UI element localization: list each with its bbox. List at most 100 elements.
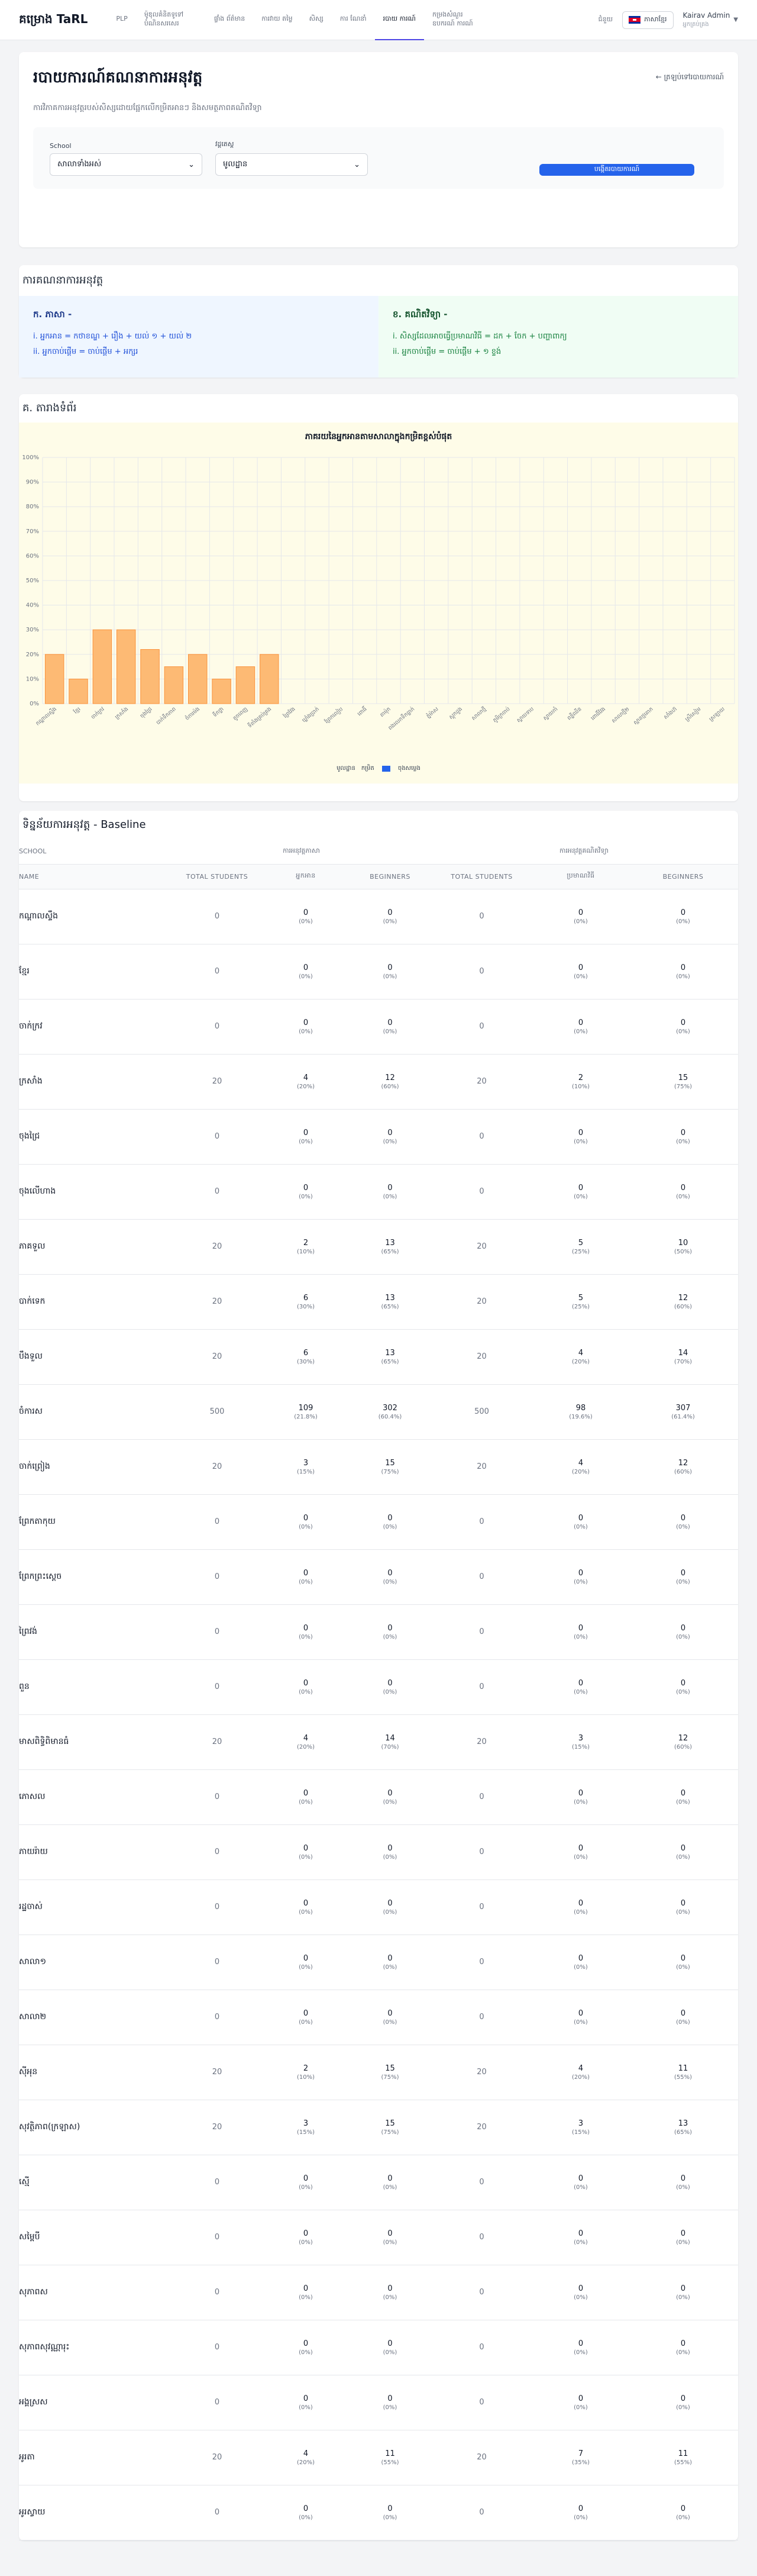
math-capable-count: 0 <box>578 1128 584 1137</box>
math-beginners-percent: (0%) <box>676 2349 690 2356</box>
chart-bar <box>116 629 136 704</box>
nav-link[interactable]: ផ្ទាំង ព័ត៌មាន <box>206 0 253 40</box>
math-capable-count: 0 <box>578 1953 584 1963</box>
math-capable-count: 0 <box>578 2174 584 2183</box>
beginners-count: 0 <box>387 1623 393 1633</box>
chart-bar <box>260 654 279 704</box>
math-beginners-count: 0 <box>680 963 686 972</box>
readers-percent: (0%) <box>299 2239 313 2246</box>
y-tick-label: 80% <box>26 504 39 510</box>
total-students: 0 <box>479 1022 484 1031</box>
back-to-reports-link[interactable]: ← ត្រឡប់ទៅរបាយការណ៍ <box>656 72 724 83</box>
cycle-select[interactable]: មូលដ្ឋាន ⌄ <box>215 153 368 176</box>
table-row: បឹងទួល 20 6 (30%) 13 (65%) 20 4 (20%) 14 (70%) <box>19 1329 738 1385</box>
x-tick-label: ពោធិ៍វែង <box>589 705 607 721</box>
nav-link-label: កម្រងសំណួរ ឧបករណ៍ ការណ៍ <box>432 10 473 27</box>
chart-card: គ. តារាងទំព័រ ភាគរយនៃអ្នកអានតាមសាលាក្នុង… <box>19 394 738 801</box>
math-beginners-percent: (75%) <box>674 1083 693 1090</box>
school-select[interactable]: សាលាទាំងអស់ ⌄ <box>50 153 202 176</box>
nav-link[interactable]: សិស្ស <box>301 0 332 40</box>
nav-link[interactable]: របាយ ការណ៍ <box>374 0 424 40</box>
beginners-count: 0 <box>387 1898 393 1908</box>
col-math-capable: ប្រមាណវិធី <box>533 864 628 889</box>
math-capable-count: 98 <box>575 1403 586 1413</box>
table-row: កណ្តាលស្ទឹង 0 0 (0%) 0 (0%) 0 0 (0%) 0 (0%) <box>19 889 738 944</box>
chart-bar <box>235 666 255 704</box>
x-tick-label: សាលាថ្មី <box>470 705 488 722</box>
readers-percent: (0%) <box>299 1028 313 1035</box>
math-beginners-count: 0 <box>680 2504 686 2513</box>
table-row: ព្រែកព្រះស្តេច 0 0 (0%) 0 (0%) 0 0 (0%) 0 (0%) <box>19 1549 738 1605</box>
total-students: 0 <box>214 1187 220 1196</box>
readers-percent: (0%) <box>299 1523 313 1530</box>
school-name: ភាយរ៉ាយ <box>19 1824 173 1880</box>
x-tick-label: ចាក់ក្រវ <box>90 705 106 721</box>
math-beginners-percent: (70%) <box>674 1358 693 1365</box>
math-beginners-count: 0 <box>680 2229 686 2238</box>
readers-count: 0 <box>303 908 309 917</box>
readers-percent: (0%) <box>299 1688 313 1695</box>
beginners-count: 0 <box>387 1018 393 1027</box>
math-beginners-percent: (0%) <box>676 2404 690 2411</box>
nav-link[interactable]: ការ ណែនាំ <box>332 0 375 40</box>
math-beginners-count: 0 <box>680 2174 686 2183</box>
math-beginners-count: 0 <box>680 2339 686 2348</box>
x-tick-label: តាម៉ុក <box>378 705 392 718</box>
table-row: ព្រែកតាកុយ 0 0 (0%) 0 (0%) 0 0 (0%) 0 (0%) <box>19 1494 738 1550</box>
x-tick-label: ស្តុកដួង <box>448 707 464 721</box>
total-students: 20 <box>212 2123 222 2132</box>
total-students: 0 <box>479 1958 484 1966</box>
cycle-filter-label: វដ្តតេស្ត <box>215 140 234 148</box>
math-beginners-count: 11 <box>678 2449 688 2458</box>
table-row: សុីអុន 20 2 (10%) 15 (75%) 20 4 (20%) 11 (55%) <box>19 2045 738 2100</box>
math-beginners-percent: (55%) <box>674 2074 693 2081</box>
page-subtitle: ការវិភាគការអនុវត្តរបស់សិស្សដោយផ្អែកលើកម្… <box>33 104 262 112</box>
math-beginners-count: 0 <box>680 2008 686 2018</box>
math-capable-count: 3 <box>578 1733 584 1743</box>
language-switcher[interactable]: ភាសាខ្មែរ <box>622 11 674 29</box>
x-tick-label: ចុងជ្រៃ <box>138 705 153 720</box>
table-row: ស្មើ 0 0 (0%) 0 (0%) 0 0 (0%) 0 (0%) <box>19 2155 738 2210</box>
generate-report-button[interactable]: បង្កើតរបាយការណ៍ <box>539 164 694 176</box>
readers-count: 0 <box>303 1568 309 1578</box>
math-capable-percent: (0%) <box>574 918 588 925</box>
math-capable-percent: (20%) <box>571 1468 590 1475</box>
brand-logo[interactable]: គម្រោង TaRL <box>19 11 88 29</box>
math-beginners-count: 12 <box>678 1458 688 1468</box>
beginners-count: 0 <box>387 1843 393 1853</box>
math-capable-percent: (0%) <box>574 2239 588 2246</box>
cycle-select-value: មូលដ្ឋាន <box>223 159 248 169</box>
y-tick-label: 10% <box>26 676 39 682</box>
x-tick-label: សាលាថ្មី២ <box>610 705 631 724</box>
total-students: 0 <box>479 1903 484 1911</box>
bar-chart: 0% 10% 20% 30% 40% 50% 60% 70% 80% 90% 100% កណ្តាលស… <box>22 454 735 731</box>
beginners-count: 0 <box>387 2174 393 2183</box>
readers-percent: (0%) <box>299 918 313 925</box>
nav-link-label: ម៉ូឌុលគំនិតទូទៅ បំណិនសរសេរ <box>144 10 184 27</box>
math-beginners-percent: (0%) <box>676 973 690 980</box>
nav-link[interactable]: ម៉ូឌុលគំនិតទូទៅ បំណិនសរសេរ <box>136 0 206 40</box>
math-beginners-percent: (0%) <box>676 1798 690 1806</box>
math-beginners-percent: (0%) <box>676 2239 690 2246</box>
nav-help-link[interactable]: ជំនួយ <box>599 15 613 25</box>
total-students: 0 <box>214 1682 220 1691</box>
school-group-header: SCHOOL <box>19 839 173 865</box>
total-students: 20 <box>477 2453 487 2462</box>
nav-link[interactable]: PLP <box>108 0 135 40</box>
math-beginners-count: 0 <box>680 1678 686 1688</box>
school-name: ចាក់ក្រវ <box>19 999 173 1055</box>
readers-percent: (0%) <box>299 2019 313 2026</box>
math-capable-percent: (0%) <box>574 1138 588 1145</box>
math-beginners-count: 0 <box>680 2394 686 2403</box>
beginners-percent: (0%) <box>383 2514 397 2521</box>
nav-link[interactable]: កម្រងសំណួរ ឧបករណ៍ ការណ៍ <box>424 0 494 40</box>
math-capable-percent: (0%) <box>574 1853 588 1861</box>
nav-link[interactable]: ការវាយ តម្លៃ <box>253 0 300 40</box>
math-beginners-percent: (0%) <box>676 1028 690 1035</box>
total-students: 20 <box>477 1077 487 1086</box>
math-capable-percent: (0%) <box>574 1688 588 1695</box>
math-capable-percent: (19.6%) <box>569 1413 593 1420</box>
user-menu[interactable]: Kairav Admin អ្នកគ្រប់គ្រង ▼ <box>683 11 739 28</box>
readers-percent: (0%) <box>299 2294 313 2301</box>
x-tick-label: ទីតាំងគ្រប់គ្រង <box>247 705 273 729</box>
